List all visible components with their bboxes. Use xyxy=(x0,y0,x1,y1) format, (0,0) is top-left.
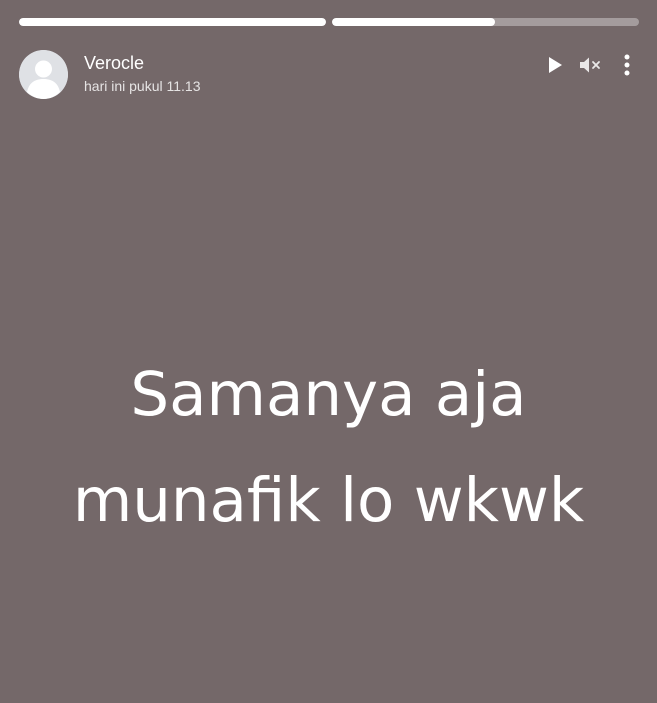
story-text-line-2: munafik lo wkwk xyxy=(72,465,585,536)
play-icon xyxy=(549,57,562,73)
more-vertical-icon xyxy=(624,54,630,76)
progress-fill-2 xyxy=(332,18,495,26)
story-progress-bars xyxy=(19,18,639,26)
progress-fill-1 xyxy=(19,18,326,26)
story-progress-segment-2[interactable] xyxy=(332,18,639,26)
story-text: Samanya aja munafik lo wkwk xyxy=(20,342,637,554)
story-progress-segment-1[interactable] xyxy=(19,18,326,26)
play-button[interactable] xyxy=(543,53,567,77)
user-meta: Verocle hari ini pukul 11.13 xyxy=(84,52,200,95)
story-controls xyxy=(543,53,639,77)
story-text-line-1: Samanya aja xyxy=(130,359,527,430)
avatar[interactable] xyxy=(19,50,68,99)
story-viewer: Verocle hari ini pukul 11.13 Samanya aja… xyxy=(0,0,657,703)
story-timestamp: hari ini pukul 11.13 xyxy=(84,78,201,94)
volume-muted-icon xyxy=(580,57,600,73)
more-options-button[interactable] xyxy=(615,53,639,77)
story-header: Verocle hari ini pukul 11.13 xyxy=(19,50,639,100)
avatar-person-icon xyxy=(19,50,68,99)
user-name[interactable]: Verocle xyxy=(84,52,200,74)
mute-button[interactable] xyxy=(579,53,603,77)
